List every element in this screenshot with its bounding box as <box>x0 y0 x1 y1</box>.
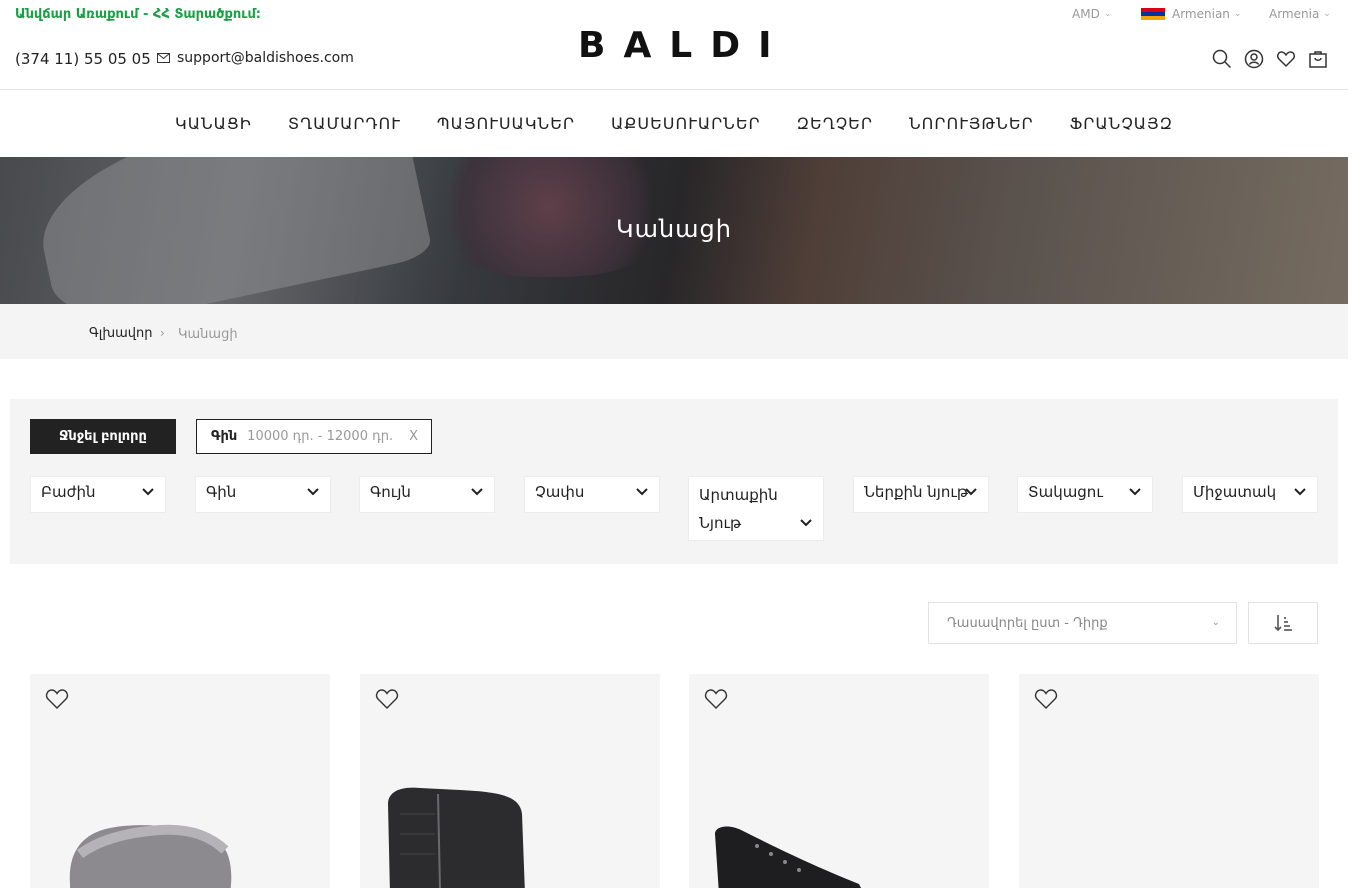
chip-key: Գին <box>211 429 238 444</box>
dropdown-label: Ներքին նյութ <box>864 483 968 501</box>
country-selector[interactable]: Armenia ⌄ <box>1269 7 1331 21</box>
sort-direction-button[interactable] <box>1248 602 1318 644</box>
wishlist-icon[interactable] <box>1276 49 1296 69</box>
sort-label: Դասավորել ըստ - Դիրք <box>947 616 1108 631</box>
breadcrumb: Գլխավոր › Կանացի <box>0 304 1348 359</box>
currency-selector[interactable]: AMD ⌄ <box>1072 7 1111 21</box>
category-title: Կանացի <box>616 215 732 243</box>
language-selector[interactable]: Armenian ⌄ <box>1141 7 1241 21</box>
filter-dropdown-size[interactable]: Չափս <box>524 476 660 513</box>
product-card[interactable] <box>1019 674 1319 888</box>
product-image-fur-boot <box>69 824 232 888</box>
search-icon[interactable] <box>1212 49 1232 69</box>
email-link[interactable]: support@baldishoes.com <box>157 50 354 66</box>
chevron-down-icon <box>306 485 320 499</box>
filter-dropdown-midsole[interactable]: Միջատակ <box>1182 476 1318 513</box>
dropdown-label: Չափս <box>535 483 585 501</box>
header-icons <box>1212 49 1328 69</box>
currency-label: AMD <box>1072 7 1100 21</box>
sort-ascending-icon <box>1274 615 1292 632</box>
chevron-down-icon <box>635 485 649 499</box>
nav-item-franchise[interactable]: ՖՐԱՆՉԱՅԶ <box>1070 114 1173 133</box>
language-label: Armenian <box>1172 7 1230 21</box>
category-hero-banner: Կանացի <box>0 157 1348 304</box>
chevron-right-icon: › <box>160 326 165 340</box>
dropdown-label: Տակացու <box>1028 483 1103 501</box>
product-card[interactable] <box>360 674 660 888</box>
filter-dropdown-section[interactable]: Բաժին <box>30 476 166 513</box>
chevron-down-icon <box>1128 485 1142 499</box>
dropdown-label: Գին <box>206 483 237 501</box>
wishlist-heart-icon[interactable] <box>375 688 399 710</box>
active-filter-chip: Գին 10000 դր. - 12000 դր. X <box>196 419 432 454</box>
email-text: support@baldishoes.com <box>177 50 354 66</box>
product-image-croc-ankle-boot <box>388 787 525 888</box>
chevron-down-icon <box>964 485 978 499</box>
nav-item-sale[interactable]: ԶԵՂՉԵՐ <box>797 114 873 133</box>
country-label: Armenia <box>1269 7 1320 21</box>
product-image-black-lace-boot <box>715 826 861 888</box>
envelope-icon <box>157 53 170 63</box>
chevron-down-icon <box>141 485 155 499</box>
chevron-down-icon <box>799 511 813 527</box>
breadcrumb-current: Կանացի <box>178 327 238 342</box>
chevron-down-icon <box>1293 485 1307 499</box>
chevron-down-icon: ⌄ <box>1323 9 1331 19</box>
sort-select[interactable]: Դասավորել ըստ - Դիրք ⌄ <box>928 602 1237 644</box>
dropdown-label: Գույն <box>370 483 411 501</box>
nav-item-accessories[interactable]: ԱՔՍԵՍՈՒԱՐՆԵՐ <box>611 114 761 133</box>
nav-item-men[interactable]: ՏՂԱՄԱՐԴՈՒ <box>288 114 401 133</box>
dropdown-label: Արտաքին Նյութ <box>699 486 778 532</box>
chevron-down-icon <box>470 485 484 499</box>
clear-all-button[interactable]: Ջնջել բոլորը <box>30 419 176 454</box>
armenia-flag-icon <box>1141 7 1165 21</box>
wishlist-heart-icon[interactable] <box>704 688 728 710</box>
wishlist-heart-icon[interactable] <box>1034 688 1058 710</box>
filter-dropdown-price[interactable]: Գին <box>195 476 331 513</box>
nav-item-women[interactable]: ԿԱՆԱՑԻ <box>175 114 252 133</box>
chevron-down-icon: ⌄ <box>1211 617 1220 628</box>
promo-banner-text: Անվճար Առաքում - ՀՀ Տարածքում: <box>15 7 261 22</box>
wishlist-heart-icon[interactable] <box>45 688 69 710</box>
chevron-down-icon: ⌄ <box>1233 9 1242 19</box>
baldi-logo[interactable]: BALDI <box>578 27 790 65</box>
nav-item-bags[interactable]: ՊԱՅՈՒՍԱԿՆԵՐ <box>437 114 575 133</box>
cart-icon[interactable] <box>1308 49 1328 69</box>
phone-number[interactable]: (374 11) 55 05 05 <box>15 50 151 68</box>
main-nav: ԿԱՆԱՑԻ ՏՂԱՄԱՐԴՈՒ ՊԱՅՈՒՍԱԿՆԵՐ ԱՔՍԵՍՈՒԱՐՆԵ… <box>0 90 1348 157</box>
filter-dropdown-color[interactable]: Գույն <box>359 476 495 513</box>
filter-dropdown-sole[interactable]: Տակացու <box>1017 476 1153 513</box>
top-header: Անվճար Առաքում - ՀՀ Տարածքում: (374 11) … <box>0 0 1348 90</box>
product-card[interactable] <box>30 674 330 888</box>
filter-dropdown-outer-material[interactable]: Արտաքին Նյութ <box>688 476 824 541</box>
dropdown-label: Միջատակ <box>1193 483 1277 501</box>
product-card[interactable] <box>689 674 989 888</box>
nav-item-new[interactable]: ՆՈՐՈՒՅԹՆԵՐ <box>909 114 1034 133</box>
account-icon[interactable] <box>1244 49 1264 69</box>
filter-panel: Ջնջել բոլորը Գին 10000 դր. - 12000 դր. X… <box>10 399 1338 564</box>
chip-value: 10000 դր. - 12000 դր. <box>247 429 394 444</box>
filter-dropdown-inner-material[interactable]: Ներքին նյութ <box>853 476 989 513</box>
breadcrumb-home[interactable]: Գլխավոր <box>89 326 152 341</box>
chevron-down-icon: ⌄ <box>1103 9 1112 19</box>
remove-filter-button[interactable]: X <box>409 429 418 444</box>
dropdown-label: Բաժին <box>41 483 96 501</box>
